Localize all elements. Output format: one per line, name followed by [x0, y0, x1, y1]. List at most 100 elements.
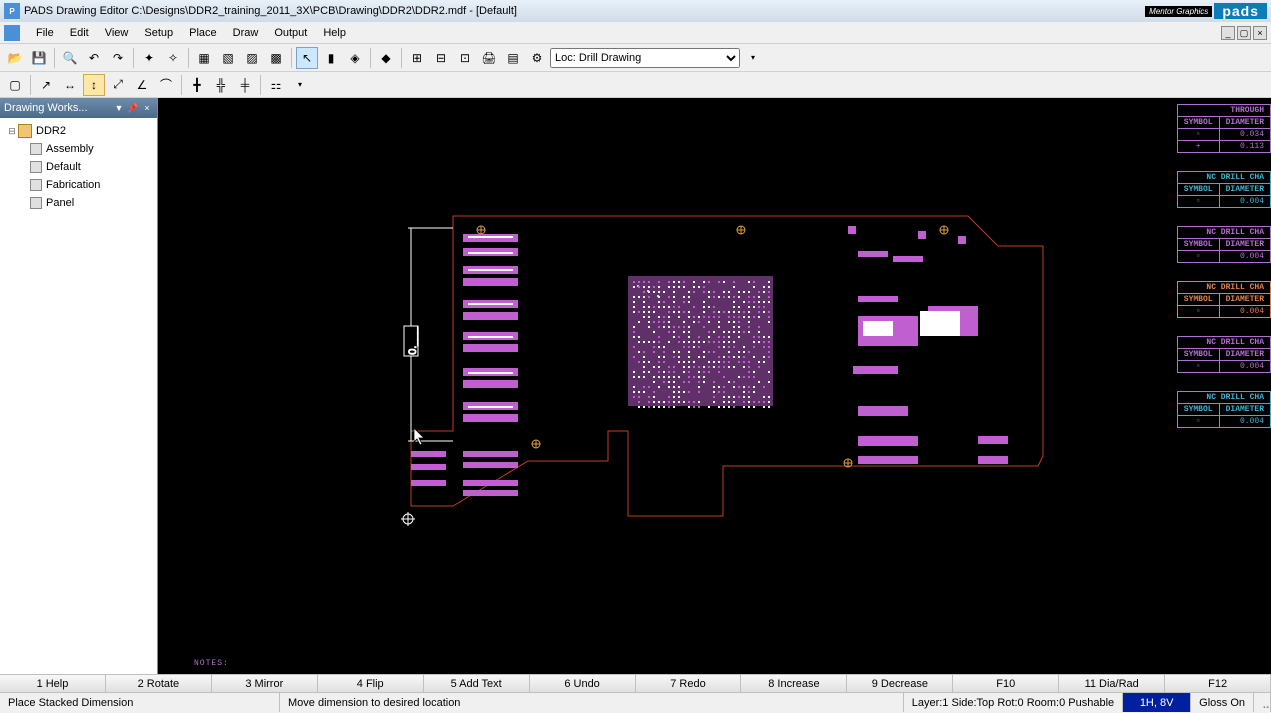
select-icon[interactable]: ↖ — [296, 47, 318, 69]
titlebar: P PADS Drawing Editor C:\Designs\DDR2_tr… — [0, 0, 1271, 22]
tree-item-assembly[interactable]: Assembly — [0, 140, 157, 158]
expander-icon[interactable]: ⊟ — [6, 126, 18, 137]
sheet-icon — [30, 179, 42, 191]
layer-icon[interactable]: ▦ — [193, 47, 215, 69]
fkey-11[interactable]: 11 Dia/Rad — [1059, 675, 1165, 692]
tree-root[interactable]: ⊟ DDR2 — [0, 122, 157, 140]
route-icon[interactable]: ◈ — [344, 47, 366, 69]
tree-item-label: Assembly — [46, 143, 94, 155]
minimize-button[interactable]: _ — [1221, 26, 1235, 40]
layer2-icon[interactable]: ▧ — [217, 47, 239, 69]
sidebar-header: Drawing Works... ▼ 📌 × — [0, 98, 157, 118]
sheet-icon — [30, 161, 42, 173]
status-layer: Layer:1 Side:Top Rot:0 Room:0 Pushable — [904, 693, 1123, 712]
dim-grip-icon[interactable]: ▾ — [289, 74, 311, 96]
fkey-12[interactable]: F12 — [1165, 675, 1271, 692]
mentor-logo: Mentor Graphics — [1145, 6, 1212, 17]
restore-button[interactable]: ▢ — [1237, 26, 1251, 40]
menu-output[interactable]: Output — [266, 25, 315, 41]
dim-linear-icon[interactable]: ↗ — [35, 74, 57, 96]
tool-icon[interactable]: ✦ — [138, 47, 160, 69]
save-icon[interactable]: 💾 — [28, 47, 50, 69]
pads-logo: pads — [1214, 3, 1267, 19]
dim-select-icon[interactable]: ▢ — [4, 74, 26, 96]
toolbar-dimension: ▢ ↗ ↔ ↕ ⤢ ∠ ⌒ ╋ ╬ ╪ ⚏ ▾ — [0, 72, 1271, 98]
drill-table: NC DRILL CHASYMBOLDIAMETER▫0.004 — [1177, 336, 1271, 373]
dropdown-grip-icon[interactable]: ▾ — [742, 47, 764, 69]
fkey-10[interactable]: F10 — [953, 675, 1059, 692]
undo-icon[interactable]: ↶ — [83, 47, 105, 69]
tree-item-label: Panel — [46, 197, 74, 209]
menu-file[interactable]: File — [28, 25, 62, 41]
snap2-icon[interactable]: ⊡ — [454, 47, 476, 69]
sidebar-dropdown-icon[interactable]: ▼ — [113, 102, 125, 114]
settings-icon[interactable]: ⚙ — [526, 47, 548, 69]
svg-text:0.___: 0.___ — [407, 326, 419, 354]
sheet-icon — [30, 197, 42, 209]
search-icon[interactable]: 🔍 — [59, 47, 81, 69]
menu-edit[interactable]: Edit — [62, 25, 97, 41]
fkey-1[interactable]: 1 Help — [0, 675, 106, 692]
layer3-icon[interactable]: ▨ — [241, 47, 263, 69]
statusbar: Place Stacked Dimension Move dimension t… — [0, 692, 1271, 712]
tree-view: ⊟ DDR2 Assembly Default Fabrication Pane… — [0, 118, 157, 674]
sidebar: Drawing Works... ▼ 📌 × ⊟ DDR2 Assembly D… — [0, 98, 158, 674]
app-icon-small — [4, 25, 20, 41]
status-command: Place Stacked Dimension — [0, 693, 280, 712]
dim-horiz-icon[interactable]: ↔ — [59, 74, 81, 96]
dim-leader-icon[interactable]: ╋ — [186, 74, 208, 96]
menu-place[interactable]: Place — [181, 25, 225, 41]
location-dropdown[interactable]: Loc: Drill Drawing — [550, 48, 740, 68]
redo-icon[interactable]: ↷ — [107, 47, 129, 69]
menu-view[interactable]: View — [97, 25, 137, 41]
fkey-6[interactable]: 6 Undo — [530, 675, 636, 692]
function-key-bar: 1 Help 2 Rotate 3 Mirror 4 Flip 5 Add Te… — [0, 674, 1271, 692]
tree-item-panel[interactable]: Panel — [0, 194, 157, 212]
grid-icon[interactable]: ⊞ — [406, 47, 428, 69]
menu-draw[interactable]: Draw — [225, 25, 267, 41]
sidebar-close-icon[interactable]: × — [141, 102, 153, 114]
dim-angle-icon[interactable]: ∠ — [131, 74, 153, 96]
print-icon[interactable]: 🖨 — [478, 47, 500, 69]
fkey-7[interactable]: 7 Redo — [636, 675, 742, 692]
tree-item-fabrication[interactable]: Fabrication — [0, 176, 157, 194]
tool2-icon[interactable]: ✧ — [162, 47, 184, 69]
dim-arc-icon[interactable]: ⌒ — [155, 74, 177, 96]
open-icon[interactable]: 📂 — [4, 47, 26, 69]
fkey-2[interactable]: 2 Rotate — [106, 675, 212, 692]
snap-icon[interactable]: ⊟ — [430, 47, 452, 69]
tree-root-label: DDR2 — [36, 125, 66, 137]
fkey-9[interactable]: 9 Decrease — [847, 675, 953, 692]
tree-item-default[interactable]: Default — [0, 158, 157, 176]
report-icon[interactable]: ▤ — [502, 47, 524, 69]
fkey-5[interactable]: 5 Add Text — [424, 675, 530, 692]
dim-align-icon[interactable]: ⤢ — [107, 74, 129, 96]
status-gloss: Gloss On — [1191, 693, 1254, 712]
menu-setup[interactable]: Setup — [136, 25, 181, 41]
tree-item-label: Default — [46, 161, 81, 173]
toolbar-main: 📂 💾 🔍 ↶ ↷ ✦ ✧ ▦ ▧ ▨ ▩ ↖ ▮ ◈ ◆ ⊞ ⊟ ⊡ 🖨 ▤ … — [0, 44, 1271, 72]
resize-grip-icon[interactable]: ⣀ — [1254, 693, 1271, 712]
sidebar-pin-icon[interactable]: 📌 — [127, 102, 139, 114]
close-button[interactable]: × — [1253, 26, 1267, 40]
drill-table: NC DRILL CHASYMBOLDIAMETER▫0.004 — [1177, 281, 1271, 318]
drill-table: NC DRILL CHASYMBOLDIAMETER▫0.004 — [1177, 171, 1271, 208]
sidebar-title: Drawing Works... — [4, 102, 111, 114]
component-icon[interactable]: ▮ — [320, 47, 342, 69]
dim-leader2-icon[interactable]: ╬ — [210, 74, 232, 96]
fkey-4[interactable]: 4 Flip — [318, 675, 424, 692]
menu-help[interactable]: Help — [315, 25, 354, 41]
folder-icon — [18, 124, 32, 138]
tree-item-label: Fabrication — [46, 179, 100, 191]
shape-icon[interactable]: ◆ — [375, 47, 397, 69]
menubar: File Edit View Setup Place Draw Output H… — [0, 22, 1271, 44]
drawing-canvas[interactable]: 0.___ — [158, 98, 1271, 674]
drill-table: THROUGHSYMBOLDIAMETER▫0.034+0.113 — [1177, 104, 1271, 153]
layer4-icon[interactable]: ▩ — [265, 47, 287, 69]
dim-settings-icon[interactable]: ⚏ — [265, 74, 287, 96]
app-icon: P — [4, 3, 20, 19]
dim-vert-icon[interactable]: ↕ — [83, 74, 105, 96]
fkey-8[interactable]: 8 Increase — [741, 675, 847, 692]
fkey-3[interactable]: 3 Mirror — [212, 675, 318, 692]
dim-leader3-icon[interactable]: ╪ — [234, 74, 256, 96]
